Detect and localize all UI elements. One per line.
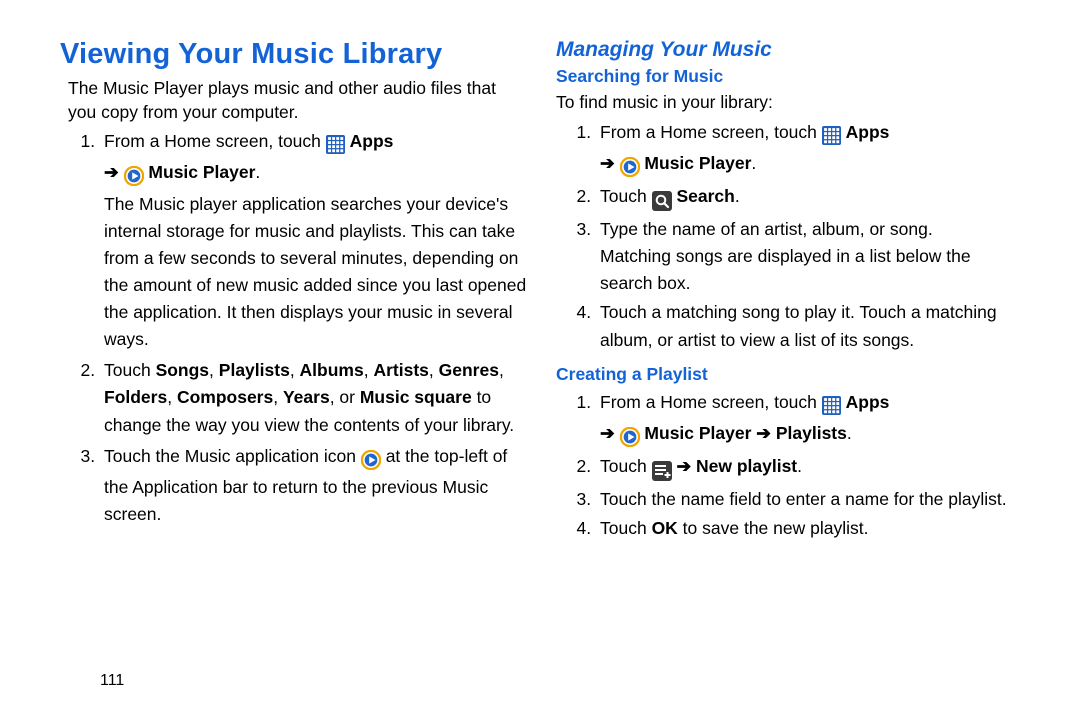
create-step-4: Touch OK to save the new playlist.: [596, 515, 1024, 542]
playlists-label: Playlists: [776, 423, 847, 443]
music-player-label: Music Player: [148, 162, 255, 182]
page-number: 111: [100, 672, 124, 690]
step1-pre: From a Home screen, touch: [104, 131, 326, 151]
search-icon: [652, 187, 672, 214]
music-player-icon: [620, 424, 640, 451]
search-intro: To find music in your library:: [556, 91, 1024, 115]
s2b5: Genres: [439, 360, 499, 380]
create-title: Creating a Playlist: [556, 364, 1024, 385]
apps-icon: [822, 393, 841, 420]
music-player-icon: [124, 163, 144, 190]
s3a: Touch the Music application icon: [104, 446, 361, 466]
music-player-icon: [620, 154, 640, 181]
period: .: [255, 162, 260, 182]
s2a: Touch: [104, 360, 156, 380]
cs1-pre: From a Home screen, touch: [600, 392, 822, 412]
managing-title: Managing Your Music: [556, 38, 1024, 62]
search-step-4: Touch a matching song to play it. Touch …: [596, 299, 1024, 353]
left-column: Viewing Your Music Library The Music Pla…: [60, 38, 528, 544]
arrow: ➔: [600, 153, 615, 173]
s2b2: Playlists: [219, 360, 290, 380]
music-player-label: Music Player: [644, 153, 751, 173]
step-3: Touch the Music application icon at the …: [100, 443, 528, 528]
arrow3: ➔: [676, 456, 691, 476]
cs3: Touch the name field to enter a name for…: [600, 489, 1007, 509]
search-step-1: From a Home screen, touch Apps ➔ Music P…: [596, 119, 1024, 181]
apps-label: Apps: [350, 131, 394, 151]
arrow2: ➔: [756, 423, 771, 443]
apps-label: Apps: [846, 122, 890, 142]
steps-list: From a Home screen, touch Apps ➔ Music P…: [68, 128, 528, 528]
mp-label: Music Player: [644, 423, 751, 443]
create-step-3: Touch the name field to enter a name for…: [596, 486, 1024, 513]
s2b3: Albums: [300, 360, 364, 380]
s2b6: Folders: [104, 387, 167, 407]
arrow: ➔: [600, 423, 615, 443]
step-1: From a Home screen, touch Apps ➔ Music P…: [100, 128, 528, 353]
s2b4: Artists: [373, 360, 428, 380]
ss2a: Touch: [600, 186, 652, 206]
step-2: Touch Songs, Playlists, Albums, Artists,…: [100, 357, 528, 438]
create-step-1: From a Home screen, touch Apps ➔ Music P…: [596, 389, 1024, 451]
create-step-2: Touch ➔ New playlist.: [596, 453, 1024, 484]
create-steps: From a Home screen, touch Apps ➔ Music P…: [564, 389, 1024, 543]
search-label: Search: [676, 186, 734, 206]
s2b8: Years: [283, 387, 330, 407]
search-steps: From a Home screen, touch Apps ➔ Music P…: [564, 119, 1024, 354]
s2b7: Composers: [177, 387, 273, 407]
s2b1: Songs: [156, 360, 209, 380]
s2b9: Music square: [360, 387, 472, 407]
apps-label: Apps: [846, 392, 890, 412]
intro-text: The Music Player plays music and other a…: [68, 77, 528, 124]
section-title: Viewing Your Music Library: [60, 38, 528, 71]
list-add-icon: [652, 457, 672, 484]
ss3b: Matching songs are displayed in a list b…: [600, 246, 971, 293]
new-playlist-label: New playlist: [696, 456, 797, 476]
ss1-pre: From a Home screen, touch: [600, 122, 822, 142]
cs4a: Touch: [600, 518, 652, 538]
ss4: Touch a matching song to play it. Touch …: [600, 302, 997, 349]
page-container: Viewing Your Music Library The Music Pla…: [0, 0, 1080, 544]
apps-icon: [326, 132, 345, 159]
ok-label: OK: [652, 518, 678, 538]
search-step-3: Type the name of an artist, album, or so…: [596, 216, 1024, 297]
cs4c: to save the new playlist.: [678, 518, 869, 538]
searching-title: Searching for Music: [556, 66, 1024, 87]
ss3a: Type the name of an artist, album, or so…: [600, 219, 933, 239]
arrow: ➔: [104, 162, 119, 182]
search-step-2: Touch Search.: [596, 183, 1024, 214]
apps-icon: [822, 123, 841, 150]
right-column: Managing Your Music Searching for Music …: [556, 38, 1024, 544]
cs2a: Touch: [600, 456, 652, 476]
music-player-icon: [361, 447, 381, 474]
step1-rest: The Music player application searches yo…: [104, 194, 526, 350]
